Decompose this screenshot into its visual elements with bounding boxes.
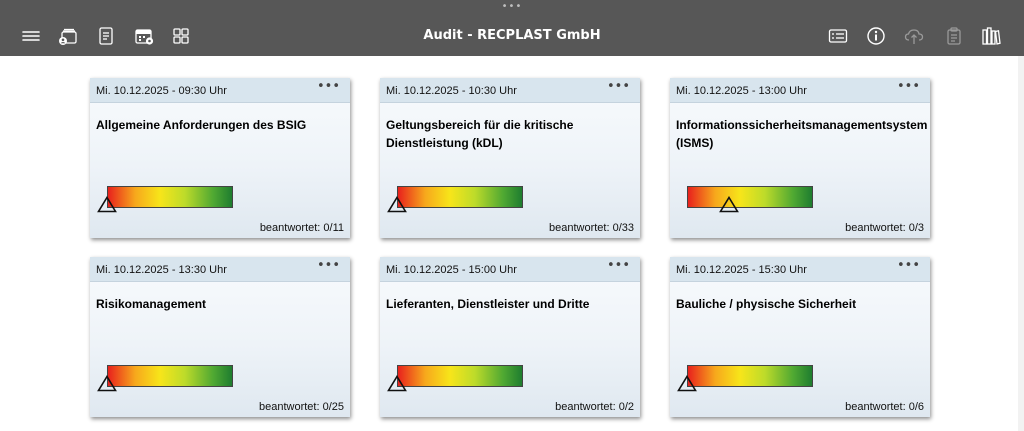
card-date: Mi. 10.12.2025 - 13:00 Uhr xyxy=(676,85,807,97)
progress-gauge xyxy=(397,365,523,387)
answered-count: beantwortet: 0/2 xyxy=(555,401,634,413)
gauge-marker-icon xyxy=(387,196,407,213)
card-date: Mi. 10.12.2025 - 15:30 Uhr xyxy=(676,264,807,276)
card-header: Mi. 10.12.2025 - 15:00 Uhr ••• xyxy=(380,257,640,282)
answered-count: beantwortet: 0/33 xyxy=(548,222,634,234)
card-date: Mi. 10.12.2025 - 13:30 Uhr xyxy=(96,264,227,276)
card-date: Mi. 10.12.2025 - 15:00 Uhr xyxy=(386,264,517,276)
audit-card[interactable]: Mi. 10.12.2025 - 15:30 Uhr ••• Bauliche … xyxy=(670,257,930,417)
gauge-marker-icon xyxy=(677,375,697,392)
more-icon[interactable]: ••• xyxy=(607,80,630,94)
scrollbar[interactable] xyxy=(1018,56,1024,431)
answered-count: beantwortet: 0/25 xyxy=(258,401,344,413)
progress-gauge xyxy=(107,365,233,387)
list-card-icon[interactable] xyxy=(827,25,849,47)
cloud-upload-icon[interactable] xyxy=(903,25,925,47)
user-cards-icon[interactable] xyxy=(57,25,79,47)
progress-gauge xyxy=(397,186,523,208)
card-header: Mi. 10.12.2025 - 15:30 Uhr ••• xyxy=(670,257,930,282)
card-title: Allgemeine Anforderungen des BSIG xyxy=(96,118,307,132)
card-title: Bauliche / physische Sicherheit xyxy=(676,297,857,311)
more-icon[interactable]: ••• xyxy=(897,259,920,273)
gauge-marker-icon xyxy=(97,196,117,213)
window-title: Audit - RECPLAST GmbH xyxy=(423,28,601,43)
content-area: Mi. 10.12.2025 - 09:30 Uhr ••• Allgemein… xyxy=(0,56,1018,431)
more-icon[interactable]: ••• xyxy=(317,259,340,273)
clipboard-icon[interactable] xyxy=(943,25,965,47)
grid-icon[interactable] xyxy=(170,25,192,47)
card-title: Risikomanagement xyxy=(96,297,207,311)
info-icon[interactable] xyxy=(865,25,887,47)
calendar-settings-icon[interactable] xyxy=(133,25,155,47)
gauge-marker-icon xyxy=(718,196,739,213)
gauge-marker-icon xyxy=(97,375,117,392)
more-icon[interactable]: ••• xyxy=(607,259,630,273)
card-header: Mi. 10.12.2025 - 10:30 Uhr ••• xyxy=(380,78,640,103)
card-date: Mi. 10.12.2025 - 09:30 Uhr xyxy=(96,85,227,97)
card-title: Informationssicherheitsmanagementsystem … xyxy=(676,118,928,150)
progress-gauge xyxy=(687,365,813,387)
progress-gauge xyxy=(107,186,233,208)
answered-count: beantwortet: 0/6 xyxy=(845,401,924,413)
card-title: Geltungsbereich für die kritische Dienst… xyxy=(386,118,574,150)
card-title: Lieferanten, Dienstleister und Dritte xyxy=(386,297,590,311)
more-icon[interactable]: ••• xyxy=(897,80,920,94)
answered-count: beantwortet: 0/3 xyxy=(845,222,924,234)
audit-card[interactable]: Mi. 10.12.2025 - 13:00 Uhr ••• Informati… xyxy=(670,78,930,238)
document-icon[interactable] xyxy=(95,25,117,47)
answered-count: beantwortet: 0/11 xyxy=(259,222,344,234)
audit-card[interactable]: Mi. 10.12.2025 - 15:00 Uhr ••• Lieferant… xyxy=(380,257,640,417)
card-date: Mi. 10.12.2025 - 10:30 Uhr xyxy=(386,85,517,97)
audit-card[interactable]: Mi. 10.12.2025 - 09:30 Uhr ••• Allgemein… xyxy=(90,78,350,238)
audit-card[interactable]: Mi. 10.12.2025 - 10:30 Uhr ••• Geltungsb… xyxy=(380,78,640,238)
card-header: Mi. 10.12.2025 - 13:00 Uhr ••• xyxy=(670,78,930,103)
top-toolbar: ••• Audit - RECPLAST GmbH xyxy=(0,0,1024,56)
menu-icon[interactable] xyxy=(20,25,42,47)
gauge-marker-icon xyxy=(387,375,407,392)
more-icon[interactable]: ••• xyxy=(317,80,340,94)
window-grabber[interactable]: ••• xyxy=(0,2,1024,12)
audit-card[interactable]: Mi. 10.12.2025 - 13:30 Uhr ••• Risikoman… xyxy=(90,257,350,417)
card-header: Mi. 10.12.2025 - 09:30 Uhr ••• xyxy=(90,78,350,103)
library-icon[interactable] xyxy=(980,25,1002,47)
progress-gauge xyxy=(687,186,813,208)
card-header: Mi. 10.12.2025 - 13:30 Uhr ••• xyxy=(90,257,350,282)
